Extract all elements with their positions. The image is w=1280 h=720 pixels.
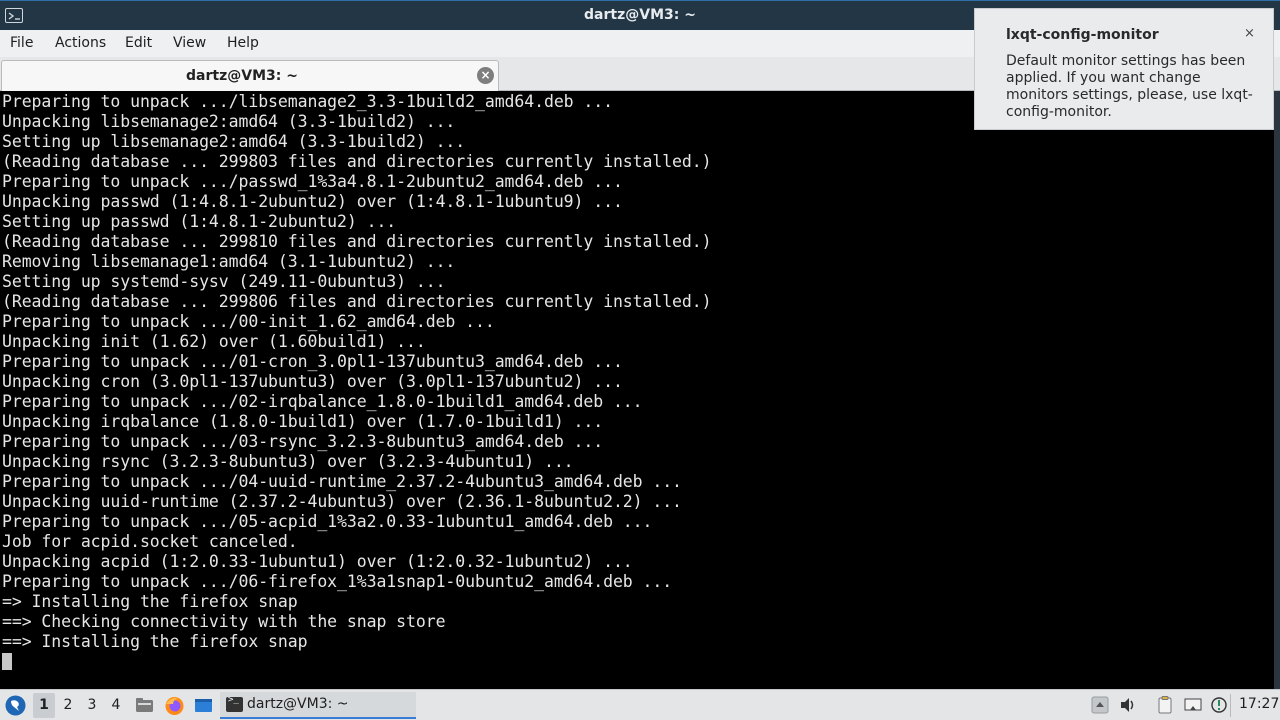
tray-arrow-icon[interactable]: [1090, 695, 1110, 715]
notification-title: lxqt-config-monitor: [1006, 27, 1159, 43]
terminal-line: Unpacking passwd (1:4.8.1-2ubuntu2) over…: [2, 192, 623, 211]
terminal-line: Preparing to unpack .../00-init_1.62_amd…: [2, 312, 495, 331]
file-manager-icon[interactable]: [134, 695, 155, 716]
menu-actions[interactable]: Actions: [55, 35, 106, 51]
menu-file[interactable]: File: [10, 35, 33, 51]
terminal-line: Unpacking uuid-runtime (2.37.2-4ubuntu3)…: [2, 492, 682, 511]
terminal-line: Setting up libsemanage2:amd64 (3.3-1buil…: [2, 132, 466, 151]
taskbar-task-terminal[interactable]: dartz@VM3: ~: [220, 692, 416, 719]
volume-icon[interactable]: [1118, 695, 1138, 715]
notification-close-icon[interactable]: ×: [1244, 26, 1255, 41]
terminal-line: Preparing to unpack .../03-rsync_3.2.3-8…: [2, 432, 604, 451]
terminal-line: ==> Checking connectivity with the snap …: [2, 612, 446, 631]
workspace-2[interactable]: 2: [57, 693, 79, 718]
terminal-line: (Reading database ... 299806 files and d…: [2, 292, 712, 311]
tab-label: dartz@VM3: ~: [186, 68, 298, 84]
terminal-line: Preparing to unpack .../libsemanage2_3.3…: [2, 92, 613, 111]
terminal-output[interactable]: Preparing to unpack .../libsemanage2_3.3…: [0, 91, 1274, 689]
show-desktop-icon[interactable]: [193, 695, 214, 716]
terminal-line: (Reading database ... 299803 files and d…: [2, 152, 712, 171]
terminal-line: Preparing to unpack .../02-irqbalance_1.…: [2, 392, 643, 411]
clipboard-icon[interactable]: [1155, 695, 1175, 715]
terminal-scrollbar[interactable]: [1274, 91, 1280, 689]
menu-edit[interactable]: Edit: [125, 35, 152, 51]
task-label: dartz@VM3: ~: [247, 696, 349, 712]
start-menu-icon[interactable]: [5, 695, 26, 716]
terminal-cursor: [2, 653, 12, 670]
taskbar: 1 2 3 4 dartz@VM3: ~ 17:27: [0, 689, 1280, 720]
notification-popup[interactable]: lxqt-config-monitor × Default monitor se…: [974, 8, 1274, 130]
terminal-line: Unpacking acpid (1:2.0.33-1ubuntu1) over…: [2, 552, 633, 571]
network-icon[interactable]: [1183, 695, 1203, 715]
workspace-3[interactable]: 3: [81, 693, 103, 718]
terminal-line: Preparing to unpack .../01-cron_3.0pl1-1…: [2, 352, 623, 371]
terminal-line: (Reading database ... 299810 files and d…: [2, 232, 712, 251]
terminal-line: Unpacking libsemanage2:amd64 (3.3-1build…: [2, 112, 456, 131]
terminal-line: Preparing to unpack .../05-acpid_1%3a2.0…: [2, 512, 653, 531]
terminal-line: Preparing to unpack .../04-uuid-runtime_…: [2, 472, 682, 491]
terminal-lines: Preparing to unpack .../libsemanage2_3.3…: [2, 92, 712, 652]
workspace-4[interactable]: 4: [105, 693, 127, 718]
menu-view[interactable]: View: [173, 35, 206, 51]
notification-body: Default monitor settings has been applie…: [1006, 53, 1253, 120]
terminal-line: Preparing to unpack .../passwd_1%3a4.8.1…: [2, 172, 623, 191]
terminal-line: Unpacking irqbalance (1.8.0-1build1) ove…: [2, 412, 604, 431]
terminal-line: Setting up systemd-sysv (249.11-0ubuntu3…: [2, 272, 446, 291]
terminal-line: Removing libsemanage1:amd64 (3.1-1ubuntu…: [2, 252, 456, 271]
terminal-line: Unpacking cron (3.0pl1-137ubuntu3) over …: [2, 372, 623, 391]
update-notifier-icon[interactable]: [1209, 695, 1229, 715]
terminal-line: Unpacking rsync (3.2.3-8ubuntu3) over (3…: [2, 452, 574, 471]
tray-separator: [1230, 694, 1231, 717]
workspace-1[interactable]: 1: [33, 693, 55, 718]
terminal-line: Preparing to unpack .../06-firefox_1%3a1…: [2, 572, 673, 591]
terminal-icon: [226, 695, 243, 712]
terminal-line: Setting up passwd (1:4.8.1-2ubuntu2) ...: [2, 212, 397, 231]
tab-terminal[interactable]: dartz@VM3: ~ ×: [1, 60, 499, 91]
terminal-line: => Installing the firefox snap: [2, 592, 298, 611]
terminal-line: Unpacking init (1.62) over (1.60build1) …: [2, 332, 426, 351]
clock[interactable]: 17:27: [1239, 696, 1279, 712]
terminal-line: ==> Installing the firefox snap: [2, 632, 308, 651]
firefox-icon[interactable]: [164, 695, 185, 716]
menu-help[interactable]: Help: [227, 35, 259, 51]
terminal-line: Job for acpid.socket canceled.: [2, 532, 298, 551]
tab-close-icon[interactable]: ×: [477, 67, 494, 84]
